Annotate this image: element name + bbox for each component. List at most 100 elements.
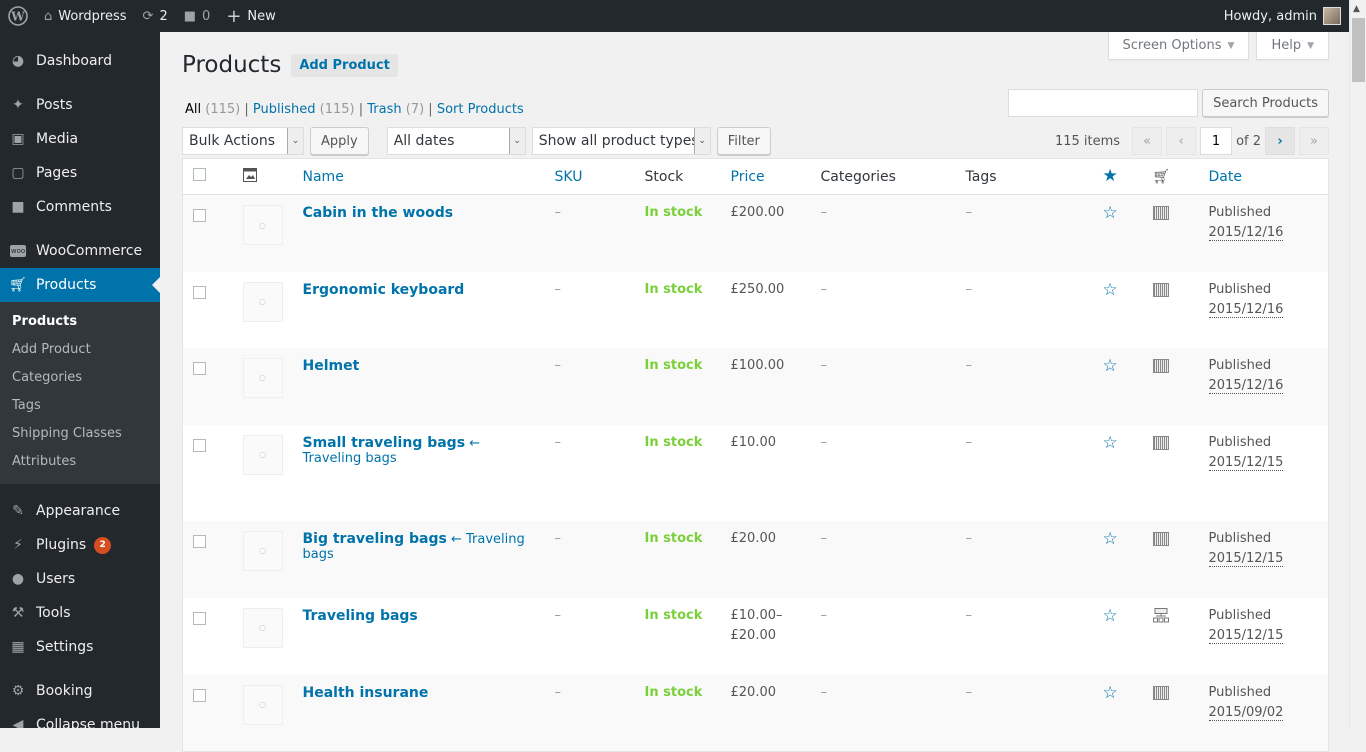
price-cell: £20.00 <box>730 684 777 700</box>
row-checkbox[interactable] <box>193 438 206 452</box>
tags-cell: – <box>965 607 973 623</box>
search-products-button[interactable]: Search Products <box>1202 89 1329 117</box>
product-name-link[interactable]: Helmet <box>303 358 360 374</box>
product-type-select[interactable]: Show all product types ⌄ <box>531 127 711 155</box>
view-trash[interactable]: Trash (7) <box>367 102 424 117</box>
sort-by-name[interactable]: Name <box>303 169 344 185</box>
product-thumbnail[interactable]: ○ <box>242 607 283 648</box>
first-page-button[interactable]: « <box>1132 127 1163 155</box>
sort-by-sku[interactable]: SKU <box>555 169 583 185</box>
product-thumbnail[interactable]: ○ <box>242 530 283 571</box>
sort-products-link[interactable]: Sort Products <box>437 102 524 117</box>
sidebar-item-dashboard[interactable]: ◕ Dashboard <box>0 44 160 78</box>
last-page-button[interactable]: » <box>1299 127 1329 155</box>
post-date: 2015/12/15 <box>1208 550 1284 567</box>
row-checkbox[interactable] <box>193 285 206 299</box>
view-published[interactable]: Published (115) <box>253 102 355 117</box>
featured-star-icon[interactable]: ☆ <box>1103 606 1118 626</box>
submenu-item-categories[interactable]: Categories <box>0 364 160 392</box>
add-product-button[interactable]: Add Product <box>291 53 398 77</box>
product-name-link[interactable]: Ergonomic keyboard <box>303 282 465 298</box>
featured-star-icon[interactable]: ☆ <box>1103 280 1118 300</box>
sidebar-item-media[interactable]: ▣ Media <box>0 122 160 156</box>
price-cell: £10.00 <box>730 434 777 450</box>
sidebar-item-comments[interactable]: ■ Comments <box>0 190 160 224</box>
product-thumbnail[interactable]: ○ <box>242 357 283 398</box>
howdy-text: Howdy, admin <box>1223 8 1317 24</box>
featured-column-icon[interactable]: ★ <box>1103 166 1118 186</box>
product-thumbnail[interactable]: ○ <box>242 434 283 475</box>
search-input[interactable] <box>1008 89 1199 117</box>
filter-button[interactable]: Filter <box>716 127 771 155</box>
tags-column-header: Tags <box>965 168 997 185</box>
sidebar-item-pages[interactable]: ▢ Pages <box>0 156 160 190</box>
updates-link[interactable]: ⟳ 2 <box>135 0 176 32</box>
select-all-checkbox[interactable] <box>193 168 206 181</box>
sidebar-item-woocommerce[interactable]: woo WooCommerce <box>0 234 160 268</box>
sku-cell: – <box>554 684 562 700</box>
product-name-link[interactable]: Big traveling bags <box>303 531 447 547</box>
prev-page-button[interactable]: ‹ <box>1166 127 1197 155</box>
product-name-link[interactable]: Small traveling bags <box>303 435 466 451</box>
next-page-button[interactable]: › <box>1265 127 1295 155</box>
featured-star-icon[interactable]: ☆ <box>1103 203 1118 223</box>
sku-cell: – <box>554 607 562 623</box>
featured-star-icon[interactable]: ☆ <box>1103 433 1118 453</box>
sidebar-item-settings[interactable]: ▦ Settings <box>0 630 160 664</box>
sidebar-item-booking[interactable]: ⚙ Booking <box>0 674 160 708</box>
sidebar-item-collapse-menu[interactable]: ◀ Collapse menu <box>0 708 160 728</box>
submenu-item-products[interactable]: Products <box>0 308 160 336</box>
sort-by-date[interactable]: Date <box>1209 169 1242 185</box>
row-checkbox[interactable] <box>193 361 206 375</box>
wp-logo-menu[interactable]: W <box>0 0 36 32</box>
my-account-link[interactable]: Howdy, admin <box>1216 0 1349 32</box>
submenu-item-add-product[interactable]: Add Product <box>0 336 160 364</box>
sidebar-item-label: Products <box>36 277 97 293</box>
sidebar-item-plugins[interactable]: ⚡ Plugins 2 <box>0 528 160 562</box>
sidebar-item-posts[interactable]: ✦ Posts <box>0 88 160 122</box>
view-all[interactable]: All (115) <box>185 102 240 117</box>
simple-product-icon <box>1152 531 1169 546</box>
featured-star-icon[interactable]: ☆ <box>1103 683 1118 703</box>
scrollbar-thumb[interactable] <box>1352 18 1365 82</box>
menu-separator <box>0 224 160 234</box>
product-thumbnail[interactable]: ○ <box>242 684 283 725</box>
svg-text:W: W <box>10 10 25 24</box>
product-thumbnail[interactable]: ○ <box>242 281 283 322</box>
sort-by-price[interactable]: Price <box>731 169 765 185</box>
product-name-link[interactable]: Health insurane <box>303 685 429 701</box>
row-checkbox[interactable] <box>193 534 206 548</box>
price-cell: £10.00–£20.00 <box>730 607 783 643</box>
date-filter-select[interactable]: All dates ⌄ <box>386 127 526 155</box>
sidebar-item-appearance[interactable]: ✎ Appearance <box>0 494 160 528</box>
sidebar-item-users[interactable]: ● Users <box>0 562 160 596</box>
submenu-item-tags[interactable]: Tags <box>0 392 160 420</box>
page-scrollbar[interactable]: ▲ <box>1349 0 1366 728</box>
submenu-item-shipping-classes[interactable]: Shipping Classes <box>0 420 160 448</box>
sidebar-item-products[interactable]: 🛒︎ Products <box>0 268 160 302</box>
help-button[interactable]: Help ▼ <box>1256 32 1329 60</box>
comments-count: 0 <box>202 8 211 24</box>
product-name-link[interactable]: Cabin in the woods <box>303 205 454 221</box>
post-date: 2015/12/16 <box>1208 225 1284 241</box>
product-name-link[interactable]: Traveling bags <box>303 608 418 624</box>
placeholder-image-icon: ○ <box>259 546 266 555</box>
current-page-input[interactable] <box>1200 127 1233 155</box>
stock-status: In stock <box>644 434 703 450</box>
new-content-link[interactable]: + New <box>218 0 283 32</box>
apply-button[interactable]: Apply <box>310 127 369 155</box>
comments-link[interactable]: ■ 0 <box>176 0 219 32</box>
featured-star-icon[interactable]: ☆ <box>1103 356 1118 376</box>
featured-star-icon[interactable]: ☆ <box>1103 529 1118 549</box>
row-checkbox[interactable] <box>193 209 206 222</box>
scroll-up-icon[interactable]: ▲ <box>1353 4 1360 14</box>
product-thumbnail[interactable]: ○ <box>242 205 283 245</box>
site-name-link[interactable]: ⌂ Wordpress <box>36 0 135 32</box>
row-checkbox[interactable] <box>193 611 206 625</box>
categories-cell: – <box>820 434 828 450</box>
submenu-item-attributes[interactable]: Attributes <box>0 448 160 476</box>
row-checkbox[interactable] <box>193 688 206 702</box>
bulk-actions-select[interactable]: Bulk Actions ⌄ <box>182 127 304 155</box>
screen-options-button[interactable]: Screen Options ▼ <box>1107 32 1250 60</box>
sidebar-item-tools[interactable]: ⚒ Tools <box>0 596 160 630</box>
